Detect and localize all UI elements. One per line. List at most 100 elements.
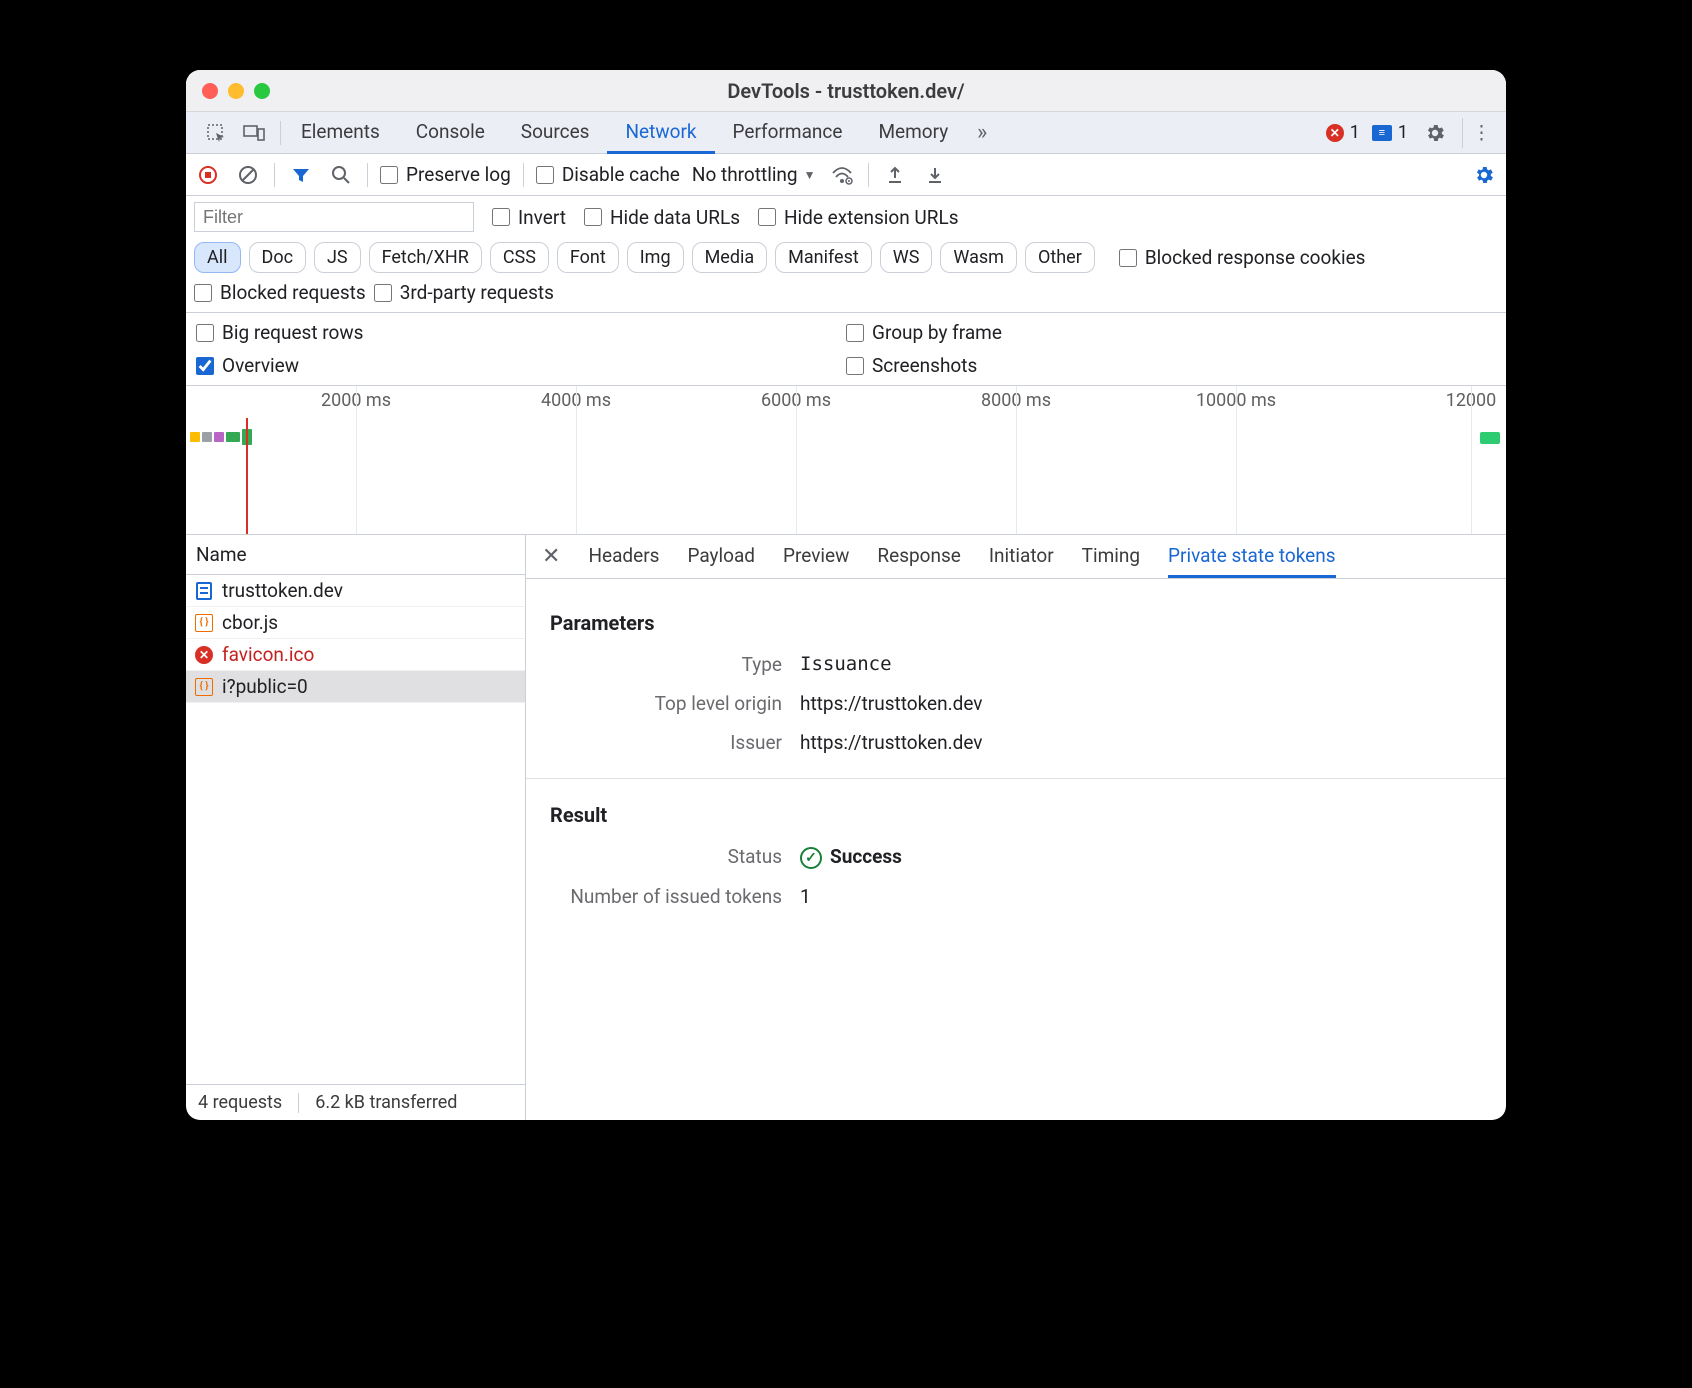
blocked-cookies-checkbox[interactable]: Blocked response cookies [1119, 246, 1366, 269]
preserve-log-checkbox[interactable]: Preserve log [380, 163, 511, 186]
request-name: trusttoken.dev [222, 579, 343, 602]
result-heading: Result [550, 803, 1482, 827]
chip-media[interactable]: Media [692, 242, 768, 273]
tab-sources[interactable]: Sources [503, 112, 608, 154]
search-icon[interactable] [327, 161, 355, 189]
main-tabbar: ElementsConsoleSourcesNetworkPerformance… [186, 112, 1506, 154]
view-options: Big request rows Group by frame Overview… [186, 312, 1506, 385]
name-column-header[interactable]: Name [186, 535, 525, 575]
chip-font[interactable]: Font [557, 242, 619, 273]
detail-body: Parameters TypeIssuance Top level origin… [526, 579, 1506, 1120]
kebab-icon[interactable]: ⋮ [1462, 118, 1492, 148]
detail-tab-private-state-tokens[interactable]: Private state tokens [1168, 536, 1336, 578]
blocked-requests-checkbox[interactable]: Blocked requests [194, 281, 366, 304]
error-icon: ✕ [194, 645, 214, 665]
tab-performance[interactable]: Performance [715, 112, 861, 154]
status-requests: 4 requests [198, 1092, 282, 1113]
settings-icon[interactable] [1470, 161, 1498, 189]
issuer-value: https://trusttoken.dev [800, 731, 983, 754]
window-title: DevTools - trusttoken.dev/ [186, 79, 1506, 103]
network-toolbar: Preserve log Disable cache No throttling… [186, 154, 1506, 196]
request-list: trusttoken.dev { } cbor.js ✕ favicon.ico { } i… [186, 575, 525, 1084]
minimize-icon[interactable] [228, 83, 244, 99]
throttling-value: No throttling [692, 163, 798, 186]
disable-cache-label: Disable cache [562, 163, 680, 186]
type-value: Issuance [800, 653, 892, 676]
inspect-icon[interactable] [202, 119, 230, 147]
error-icon: ✕ [1326, 124, 1344, 142]
clear-icon[interactable] [234, 161, 262, 189]
message-count: 1 [1398, 122, 1408, 143]
status-bar: 4 requests 6.2 kB transferred [186, 1084, 525, 1120]
request-name: cbor.js [222, 611, 278, 634]
tab-memory[interactable]: Memory [860, 112, 966, 154]
third-party-checkbox[interactable]: 3rd-party requests [374, 281, 554, 304]
request-row[interactable]: trusttoken.dev [186, 575, 525, 607]
detail-tab-initiator[interactable]: Initiator [989, 536, 1054, 578]
request-row[interactable]: { } i?public=0 [186, 671, 525, 703]
chip-wasm[interactable]: Wasm [940, 242, 1017, 273]
chip-js[interactable]: JS [314, 242, 361, 273]
overview-timeline[interactable]: 2000 ms4000 ms6000 ms8000 ms10000 ms1200… [186, 385, 1506, 535]
invert-checkbox[interactable]: Invert [492, 206, 566, 229]
detail-tab-payload[interactable]: Payload [687, 536, 755, 578]
hide-data-urls-checkbox[interactable]: Hide data URLs [584, 206, 740, 229]
request-name: favicon.ico [222, 643, 314, 666]
origin-value: https://trusttoken.dev [800, 692, 983, 715]
overview-checkbox[interactable]: Overview [196, 354, 846, 377]
big-rows-checkbox[interactable]: Big request rows [196, 321, 846, 344]
record-icon[interactable] [194, 161, 222, 189]
document-icon [194, 581, 214, 601]
tab-elements[interactable]: Elements [283, 112, 398, 154]
chevron-down-icon: ▼ [804, 168, 816, 182]
device-icon[interactable] [240, 119, 268, 147]
close-icon[interactable] [202, 83, 218, 99]
network-conditions-icon[interactable] [828, 161, 856, 189]
chip-ws[interactable]: WS [880, 242, 933, 273]
close-detail-icon[interactable]: ✕ [536, 544, 566, 569]
timeline-marker [1480, 432, 1500, 444]
script-icon: { } [194, 613, 214, 633]
hide-extension-urls-checkbox[interactable]: Hide extension URLs [758, 206, 959, 229]
maximize-icon[interactable] [254, 83, 270, 99]
screenshots-checkbox[interactable]: Screenshots [846, 354, 1496, 377]
filter-bar: Invert Hide data URLs Hide extension URL… [186, 196, 1506, 238]
playhead [246, 418, 248, 534]
detail-tabs: ✕ Headers Payload Preview Response Initiator… [526, 535, 1506, 579]
chip-css[interactable]: CSS [490, 242, 549, 273]
chip-manifest[interactable]: Manifest [775, 242, 872, 273]
error-count-badge[interactable]: ✕ 1 [1326, 122, 1360, 143]
chip-doc[interactable]: Doc [249, 242, 307, 273]
tokens-value: 1 [800, 885, 811, 908]
script-icon: { } [194, 677, 214, 697]
throttling-select[interactable]: No throttling ▼ [692, 163, 816, 186]
tokens-label: Number of issued tokens [550, 885, 800, 908]
chip-other[interactable]: Other [1025, 242, 1095, 273]
type-filter-chips: All DocJS Fetch/XHR CSS Font Img MediaManifest… [186, 238, 1506, 281]
main-area: Name trusttoken.dev { } cbor.js ✕ favicon.ic… [186, 535, 1506, 1120]
request-row[interactable]: { } cbor.js [186, 607, 525, 639]
tab-network[interactable]: Network [607, 112, 714, 154]
chip-fetchxhr[interactable]: Fetch/XHR [369, 242, 482, 273]
detail-tab-response[interactable]: Response [877, 536, 960, 578]
message-count-badge[interactable]: ≡ 1 [1372, 122, 1408, 143]
disable-cache-checkbox[interactable]: Disable cache [536, 163, 680, 186]
detail-pane: ✕ Headers Payload Preview Response Initiator… [526, 535, 1506, 1120]
detail-tab-preview[interactable]: Preview [783, 536, 849, 578]
group-by-frame-checkbox[interactable]: Group by frame [846, 321, 1496, 344]
more-tabs-icon[interactable]: » [968, 119, 996, 147]
request-name: i?public=0 [222, 675, 308, 698]
gear-icon[interactable] [1420, 118, 1450, 148]
detail-tab-headers[interactable]: Headers [588, 536, 659, 578]
download-icon[interactable] [921, 161, 949, 189]
preserve-log-label: Preserve log [406, 163, 511, 186]
detail-tab-timing[interactable]: Timing [1082, 536, 1140, 578]
chip-all[interactable]: All [194, 242, 241, 273]
filter-input[interactable] [194, 202, 474, 232]
tab-console[interactable]: Console [398, 112, 503, 154]
filter-icon[interactable] [287, 161, 315, 189]
upload-icon[interactable] [881, 161, 909, 189]
request-row[interactable]: ✕ favicon.ico [186, 639, 525, 671]
chip-img[interactable]: Img [627, 242, 684, 273]
type-label: Type [550, 653, 800, 676]
